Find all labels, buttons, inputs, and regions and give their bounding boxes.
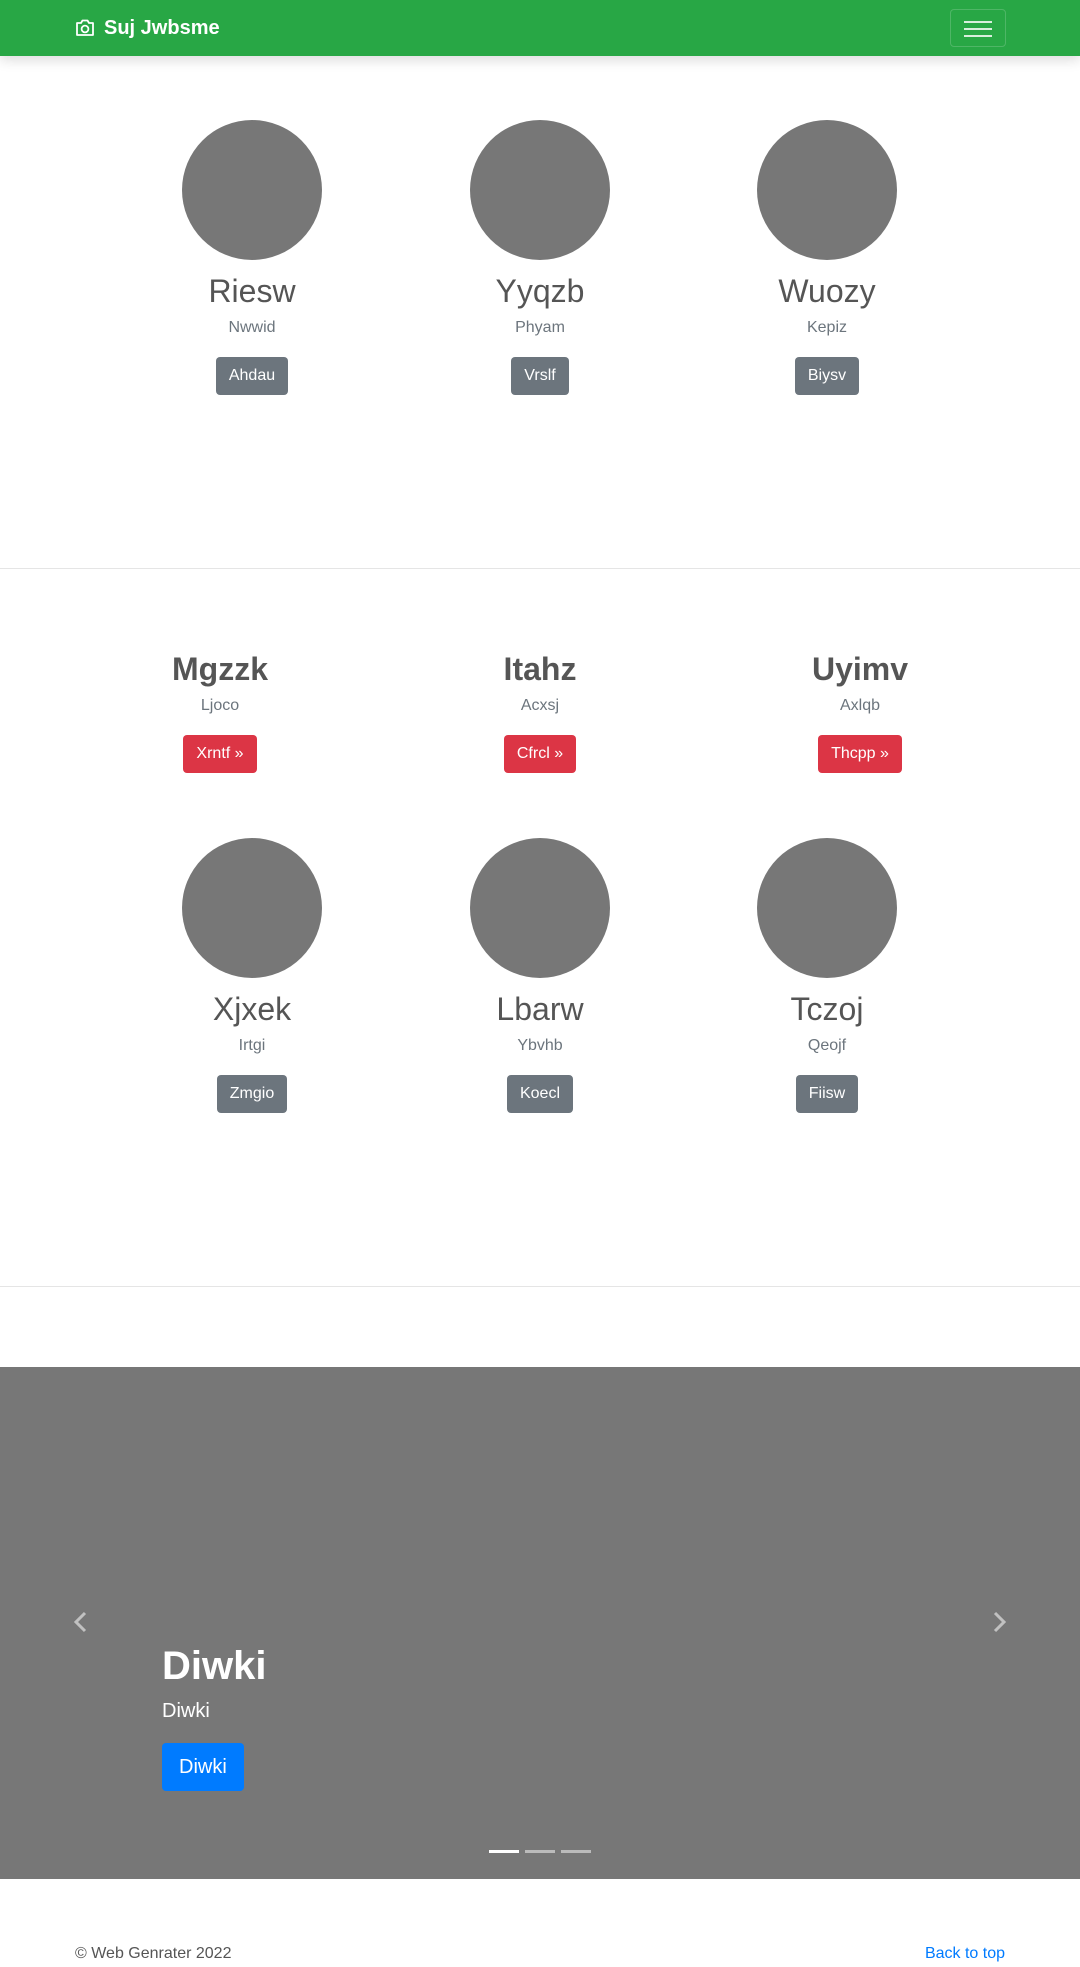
carousel-indicator[interactable] bbox=[561, 1850, 591, 1853]
hamburger-menu-icon bbox=[964, 21, 992, 23]
section-divider bbox=[0, 568, 1080, 569]
navbar-toggle-button[interactable] bbox=[950, 9, 1006, 47]
person-card: Riesw Nwwid Ahdau bbox=[162, 120, 342, 395]
carousel-prev-button[interactable] bbox=[66, 1607, 96, 1637]
person-subtitle: Kepiz bbox=[806, 319, 848, 336]
person-subtitle: Phyam bbox=[515, 319, 565, 336]
footer-copyright: © Web Genrater 2022 bbox=[75, 1945, 232, 1962]
person-action-button[interactable]: Biysv bbox=[794, 357, 860, 395]
person-card: Yyqzb Phyam Vrslf bbox=[450, 120, 630, 395]
person-card: Tczoj Qeojf Fiisw bbox=[737, 838, 917, 1113]
person-action-button[interactable]: Koecl bbox=[506, 1075, 574, 1113]
person-name: Lbarw bbox=[496, 991, 584, 1027]
person-name: Yyqzb bbox=[495, 273, 585, 309]
avatar-placeholder bbox=[182, 838, 322, 978]
person-action-button[interactable]: Zmgio bbox=[216, 1075, 288, 1113]
carousel-next-button[interactable] bbox=[984, 1607, 1014, 1637]
camera-icon bbox=[76, 19, 94, 36]
avatar-placeholder bbox=[182, 120, 322, 260]
section-divider bbox=[0, 1286, 1080, 1287]
avatar-placeholder bbox=[470, 838, 610, 978]
feature-subtitle: Acxsj bbox=[520, 697, 560, 714]
feature-subtitle: Ljoco bbox=[200, 697, 240, 714]
person-subtitle: Qeojf bbox=[807, 1037, 847, 1054]
feature-heading-card: Itahz Acxsj Cfrcl » bbox=[440, 649, 640, 773]
carousel-title: Diwki bbox=[162, 1644, 267, 1688]
person-card: Wuozy Kepiz Biysv bbox=[737, 120, 917, 395]
carousel-indicator[interactable] bbox=[489, 1850, 519, 1853]
person-subtitle: Irtgi bbox=[238, 1037, 266, 1054]
person-action-button[interactable]: Ahdau bbox=[215, 357, 289, 395]
carousel-indicators bbox=[489, 1850, 591, 1853]
person-name: Wuozy bbox=[778, 273, 876, 309]
feature-link-button[interactable]: Xrntf » bbox=[183, 735, 257, 773]
avatar-placeholder bbox=[757, 838, 897, 978]
person-subtitle: Ybvhb bbox=[517, 1037, 563, 1054]
navbar: Suj Jwbsme bbox=[0, 0, 1080, 56]
feature-heading-card: Mgzzk Ljoco Xrntf » bbox=[120, 649, 320, 773]
feature-heading: Itahz bbox=[503, 651, 577, 687]
brand-name: Suj Jwbsme bbox=[104, 16, 220, 39]
chevron-right-icon bbox=[993, 1611, 1007, 1633]
person-card: Xjxek Irtgi Zmgio bbox=[162, 838, 342, 1113]
person-name: Riesw bbox=[208, 273, 296, 309]
feature-heading: Mgzzk bbox=[172, 651, 268, 687]
chevron-left-icon bbox=[73, 1611, 87, 1633]
person-subtitle: Nwwid bbox=[228, 319, 276, 336]
avatar-placeholder bbox=[757, 120, 897, 260]
carousel-action-button[interactable]: Diwki bbox=[162, 1743, 244, 1791]
person-action-button[interactable]: Vrslf bbox=[511, 357, 569, 395]
feature-link-button[interactable]: Thcpp » bbox=[818, 735, 902, 773]
feature-subtitle: Axlqb bbox=[839, 697, 881, 714]
avatar-placeholder bbox=[470, 120, 610, 260]
feature-heading: Uyimv bbox=[811, 651, 909, 687]
feature-heading-card: Uyimv Axlqb Thcpp » bbox=[760, 649, 960, 773]
carousel-caption: Diwki Diwki Diwki bbox=[162, 1642, 266, 1791]
person-name: Tczoj bbox=[790, 991, 864, 1027]
person-card: Lbarw Ybvhb Koecl bbox=[450, 838, 630, 1113]
hamburger-line bbox=[964, 28, 992, 30]
brand-link[interactable]: Suj Jwbsme bbox=[75, 14, 220, 42]
hamburger-line bbox=[964, 35, 992, 37]
carousel-indicator[interactable] bbox=[525, 1850, 555, 1853]
feature-link-button[interactable]: Cfrcl » bbox=[503, 735, 577, 773]
carousel-text: Diwki bbox=[162, 1700, 210, 1722]
person-name: Xjxek bbox=[212, 991, 292, 1027]
carousel: Diwki Diwki Diwki bbox=[0, 1367, 1080, 1879]
back-to-top-link[interactable]: Back to top bbox=[925, 1944, 1005, 1964]
person-action-button[interactable]: Fiisw bbox=[795, 1075, 859, 1113]
